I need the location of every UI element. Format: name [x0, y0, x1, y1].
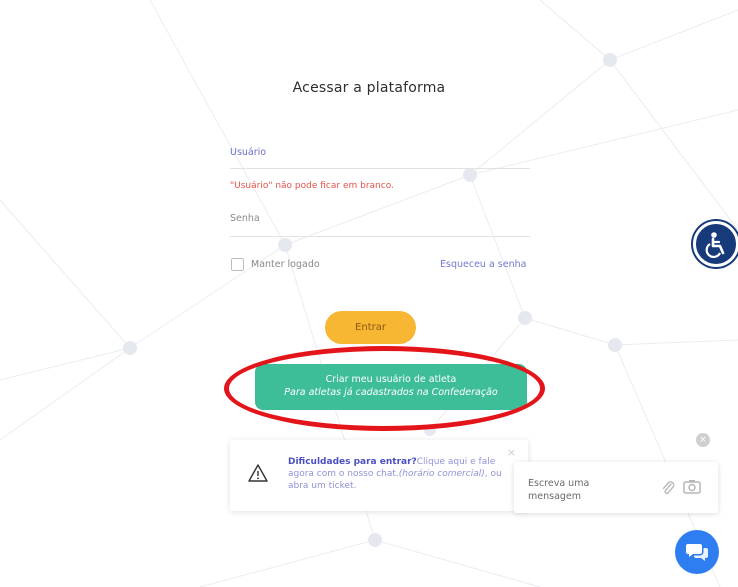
keep-logged-label: Manter logado [251, 259, 320, 270]
accessibility-icon[interactable] [693, 221, 738, 267]
paperclip-icon[interactable] [661, 480, 675, 496]
username-field[interactable]: Usuário [230, 147, 266, 158]
keep-logged-checkbox[interactable] [231, 258, 244, 271]
page-title: Acessar a plataforma [292, 80, 446, 96]
username-error-message: "Usuário" não pode ficar em branco. [230, 181, 394, 191]
chat-message-card[interactable]: Escreva uma mensagem [514, 462, 718, 513]
page: Acessar a plataforma Usuário "Usuário" n… [0, 0, 738, 587]
help-hours: (horário comercial) [398, 469, 485, 479]
enter-button[interactable]: Entrar [325, 311, 416, 344]
camera-icon[interactable] [683, 479, 701, 494]
help-title: Dificuldades para entrar? [288, 457, 417, 467]
chat-close-icon[interactable]: × [696, 433, 710, 447]
highlight-circle [224, 346, 545, 431]
chat-launcher-button[interactable] [675, 530, 719, 574]
password-field[interactable]: Senha [230, 213, 260, 224]
help-card[interactable]: Dificuldades para entrar?Clique aqui e f… [230, 440, 528, 511]
password-underline [230, 236, 530, 237]
help-close-icon[interactable]: × [507, 446, 516, 459]
chat-icon [686, 544, 708, 561]
warning-icon [248, 464, 268, 482]
chat-input-placeholder[interactable]: Escreva uma mensagem [528, 477, 608, 503]
username-underline [230, 168, 530, 169]
help-message[interactable]: Dificuldades para entrar?Clique aqui e f… [288, 456, 503, 492]
forgot-password-link[interactable]: Esqueceu a senha [440, 259, 526, 270]
